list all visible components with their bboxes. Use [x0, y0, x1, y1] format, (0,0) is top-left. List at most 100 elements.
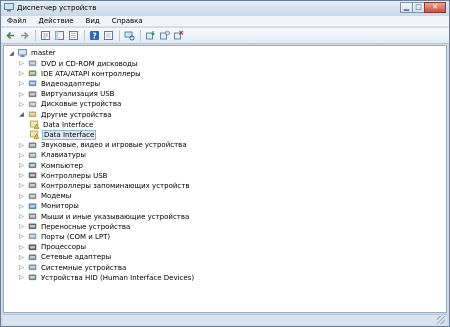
mouse-icon [28, 212, 37, 221]
processor-icon [28, 243, 37, 252]
display-adapter-icon [28, 79, 37, 88]
expand-icon[interactable]: ▷ [18, 244, 25, 251]
tree-category-item[interactable]: ▷ Компьютер [18, 161, 84, 171]
tree-category-item[interactable]: ▷ Контроллеры запоминающих устройств [18, 181, 190, 191]
tree-category-item[interactable]: ▷ Процессоры [18, 242, 87, 252]
expand-icon[interactable]: ▷ [18, 264, 25, 271]
svg-text:?: ? [92, 31, 96, 40]
resize-grip[interactable] [437, 316, 445, 324]
menu-view[interactable]: Вид [86, 16, 100, 26]
tree-category-item[interactable]: ▷ Видеоадаптеры [18, 79, 101, 89]
back-button[interactable] [5, 30, 16, 41]
expand-icon[interactable]: ▷ [18, 193, 25, 200]
expand-icon[interactable]: ▷ [18, 91, 25, 98]
portable-device-icon [28, 222, 37, 231]
device-manager-icon [4, 3, 14, 12]
collapse-icon[interactable]: ◢ [18, 111, 25, 118]
window-controls: ▁ □ ✕ [400, 2, 446, 13]
tree-item-label: Сетевые адаптеры [41, 253, 112, 262]
help-button[interactable]: ? [89, 30, 100, 41]
tree-item-label: Мыши и иные указывающие устройства [41, 212, 190, 221]
action-list-button[interactable] [68, 30, 79, 41]
usb-virtualization-icon [28, 90, 37, 99]
scan-hardware-button[interactable] [124, 30, 135, 41]
menu-file[interactable]: Файл [7, 16, 26, 26]
tree-item-label: Клавиатуры [41, 151, 86, 160]
modem-icon [28, 192, 37, 201]
forward-button[interactable] [19, 30, 30, 41]
collapse-icon[interactable]: ◢ [8, 50, 15, 57]
expand-icon[interactable]: ▷ [18, 213, 25, 220]
tree-item-label: Контроллеры запоминающих устройств [41, 181, 190, 190]
tree-item-label: Переносные устройства [41, 222, 131, 231]
panel-icon [55, 31, 64, 40]
expand-icon[interactable]: ▷ [18, 162, 25, 169]
menu-help[interactable]: Справка [112, 16, 143, 26]
forward-arrow-icon [21, 31, 29, 40]
expand-icon[interactable]: ▷ [18, 152, 25, 159]
uninstall-device-button[interactable] [173, 30, 184, 41]
device-tree-pane[interactable]: ◢ master ▷ DVD и CD-ROM дисководы ▷ IDE ATA… [3, 45, 447, 313]
expand-icon[interactable]: ▷ [18, 223, 25, 230]
tree-category-item[interactable]: ▷ Мыши и иные указывающие устройства [18, 212, 190, 222]
menu-action[interactable]: Действие [38, 16, 73, 26]
tree-category-item[interactable]: ▷ IDE ATA/ATAPI контроллеры [18, 69, 142, 79]
details-button[interactable] [103, 30, 114, 41]
tree-child-item[interactable]: Data Interface [30, 129, 97, 140]
toolbar-separator [84, 30, 85, 41]
port-icon [28, 232, 37, 241]
tree-category-item[interactable]: ▷ Мониторы [18, 201, 80, 211]
tree-root-label: master [31, 49, 56, 57]
tree-category-item[interactable]: ▷ Виртуализация USB [18, 89, 115, 99]
tree-category-item[interactable]: ▷ Звуковые, видео и игровые устройства [18, 140, 188, 150]
tree-category-item[interactable]: ▷ Модемы [18, 191, 72, 201]
title-bar[interactable]: Диспетчер устройств ▁ □ ✕ [1, 1, 449, 16]
toolbar-separator [35, 30, 36, 41]
properties-button[interactable] [40, 30, 51, 41]
status-bar [3, 314, 447, 325]
update-driver-button[interactable] [145, 30, 156, 41]
unknown-device-icon [30, 130, 40, 140]
expand-icon[interactable]: ▷ [18, 254, 25, 261]
tree-category-item[interactable]: ▷ Контроллеры USB [18, 171, 108, 181]
close-icon: ✕ [432, 3, 438, 11]
tree-category-item[interactable]: ▷ DVD и CD-ROM дисководы [18, 59, 138, 69]
device-manager-window: Диспетчер устройств ▁ □ ✕ Файл Действие … [0, 0, 450, 327]
expand-icon[interactable]: ▷ [18, 233, 25, 240]
tree-item-label: Мониторы [41, 202, 79, 211]
tree-category-item[interactable]: ▷ Клавиатуры [18, 150, 87, 160]
scan-hardware-icon [124, 31, 135, 41]
network-adapter-icon [28, 253, 37, 262]
tree-item-label: IDE ATA/ATAPI контроллеры [41, 69, 141, 78]
panel-button[interactable] [54, 30, 65, 41]
expand-icon[interactable]: ▷ [18, 101, 25, 108]
tree-category-item[interactable]: ▷ Системные устройства [18, 263, 127, 273]
tree-item-label: Другие устройства [41, 110, 112, 119]
tree-category-item[interactable]: ▷ Устройства HID (Human Interface Devices… [18, 273, 195, 283]
tree-category-item[interactable]: ▷ Порты (COM и LPT) [18, 232, 111, 242]
disable-device-button[interactable] [159, 30, 170, 41]
monitor-icon [28, 202, 37, 211]
expand-icon[interactable]: ▷ [18, 80, 25, 87]
tree-root[interactable]: ◢ master [8, 48, 57, 58]
other-devices-icon [28, 110, 37, 119]
expand-icon[interactable]: ▷ [18, 182, 25, 189]
tree-category-item[interactable]: ◢ Другие устройства [18, 110, 113, 120]
expand-icon[interactable]: ▷ [18, 172, 25, 179]
expand-icon[interactable]: ▷ [18, 70, 25, 77]
expand-icon[interactable]: ▷ [18, 203, 25, 210]
tree-child-item[interactable]: Data Interface [30, 120, 94, 130]
close-button[interactable]: ✕ [424, 2, 446, 13]
tree-category-item[interactable]: ▷ Переносные устройства [18, 222, 131, 232]
expand-icon[interactable]: ▷ [18, 60, 25, 67]
tree-category-item[interactable]: ▷ Сетевые адаптеры [18, 252, 112, 262]
tree-category-item[interactable]: ▷ Дисковые устройства [18, 99, 122, 109]
expand-icon[interactable]: ▷ [18, 142, 25, 149]
tree-item-label: Процессоры [41, 243, 87, 252]
expand-icon[interactable]: ▷ [18, 274, 25, 281]
tree-item-label: Дисковые устройства [41, 100, 122, 109]
tree-item-label: Модемы [41, 192, 72, 201]
menu-bar: Файл Действие Вид Справка [1, 16, 449, 27]
uninstall-device-icon [174, 30, 184, 40]
keyboard-icon [28, 151, 37, 160]
